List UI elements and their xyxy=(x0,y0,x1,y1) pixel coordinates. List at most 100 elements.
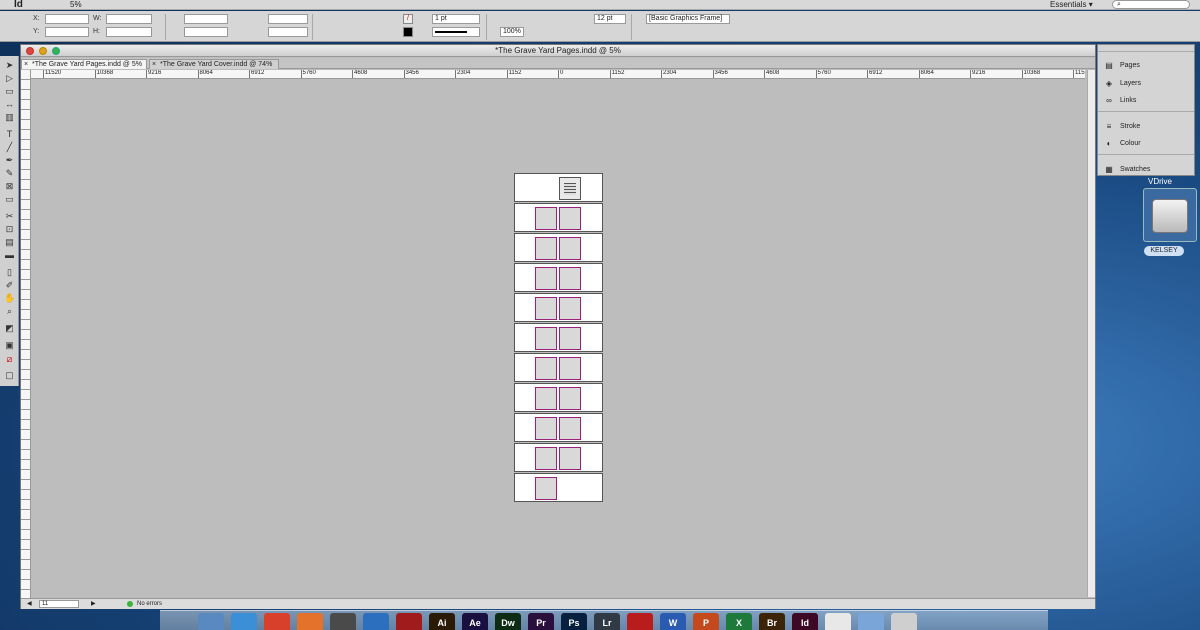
page-spread[interactable] xyxy=(514,293,603,322)
pasteboard[interactable] xyxy=(31,80,1087,597)
dreamweaver-icon[interactable]: Dw xyxy=(495,613,521,630)
page-thumbnail[interactable] xyxy=(535,417,557,440)
trash-icon[interactable] xyxy=(891,613,917,630)
page-thumbnail[interactable] xyxy=(535,477,557,500)
premiere-icon[interactable]: Pr xyxy=(528,613,554,630)
vertical-scrollbar[interactable] xyxy=(1087,70,1095,597)
search-field[interactable]: ⌕ xyxy=(1112,0,1190,9)
opacity-field[interactable]: 100% xyxy=(500,27,524,37)
rotate-field[interactable] xyxy=(268,14,308,24)
page-spread[interactable] xyxy=(514,263,603,292)
page-thumbnail[interactable] xyxy=(559,207,581,230)
page-spread[interactable] xyxy=(514,323,603,352)
page-spread[interactable] xyxy=(514,413,603,442)
illustrator-icon[interactable]: Ai xyxy=(429,613,455,630)
chrome-icon[interactable] xyxy=(264,613,290,630)
direct-selection-tool-icon[interactable]: ▷ xyxy=(4,73,15,83)
gap-tool-icon[interactable]: ↔ xyxy=(4,99,15,109)
scale-y-field[interactable] xyxy=(184,27,228,37)
zoom-level[interactable]: 5% xyxy=(70,0,82,9)
workspace-switcher[interactable]: Essentials ▾ xyxy=(1050,0,1093,9)
firefox-icon[interactable] xyxy=(297,613,323,630)
scale-x-field[interactable] xyxy=(184,14,228,24)
preview-icon[interactable] xyxy=(825,613,851,630)
gradient-swatch-tool-icon[interactable]: ▤ xyxy=(4,237,15,247)
width-field[interactable] xyxy=(106,14,152,24)
drive-icon[interactable] xyxy=(1143,188,1197,242)
book-icon[interactable] xyxy=(396,613,422,630)
gap-field[interactable]: 12 pt xyxy=(594,14,626,24)
page-spread[interactable] xyxy=(514,173,603,202)
close-tab-icon[interactable]: × xyxy=(152,60,156,70)
filezilla-icon[interactable] xyxy=(627,613,653,630)
page-thumbnail[interactable] xyxy=(559,447,581,470)
stroke-weight-field[interactable]: 1 pt xyxy=(432,14,480,24)
minimize-window-button[interactable] xyxy=(39,47,47,55)
vertical-ruler[interactable] xyxy=(21,70,31,598)
content-collector-icon[interactable]: ▥ xyxy=(4,112,15,122)
eyedropper-tool-icon[interactable]: ✐ xyxy=(4,280,15,290)
panel-colour[interactable]: ◐ Colour xyxy=(1102,137,1192,151)
free-transform-tool-icon[interactable]: ⊡ xyxy=(4,224,15,234)
page-tool-icon[interactable]: ▭ xyxy=(4,86,15,96)
fill-swatch[interactable]: / xyxy=(403,14,413,24)
photos-icon[interactable] xyxy=(330,613,356,630)
tab-grave-yard-pages[interactable]: × *The Grave Yard Pages.indd @ 5% xyxy=(21,59,147,69)
page-thumbnail[interactable] xyxy=(559,267,581,290)
page-nav-first-icon[interactable]: ◀ xyxy=(27,599,32,609)
zoom-tool-icon[interactable]: ⌕ xyxy=(4,306,15,316)
page-thumbnail[interactable] xyxy=(535,327,557,350)
type-tool-icon[interactable]: T xyxy=(4,129,15,139)
panel-layers[interactable]: ◈ Layers xyxy=(1102,77,1192,91)
word-icon[interactable]: W xyxy=(660,613,686,630)
close-window-button[interactable] xyxy=(26,47,34,55)
safari-compass-icon[interactable] xyxy=(198,613,224,630)
screen-mode-icon[interactable]: ▢ xyxy=(4,370,15,380)
page-thumbnail[interactable] xyxy=(559,237,581,260)
page-thumbnail[interactable] xyxy=(535,447,557,470)
page-number-field[interactable]: 11 xyxy=(39,600,79,608)
page-nav-next-icon[interactable]: ▶ xyxy=(91,599,96,609)
rectangle-frame-tool-icon[interactable]: ⊠ xyxy=(4,181,15,191)
rectangle-tool-icon[interactable]: ▭ xyxy=(4,194,15,204)
panel-links[interactable]: ∞ Links xyxy=(1102,94,1192,108)
hand-tool-icon[interactable]: ✋ xyxy=(4,293,15,303)
page-thumbnail[interactable] xyxy=(535,387,557,410)
horizontal-ruler[interactable]: 11520 10368 9216 8064 6912 5760 4608 3456 2304 11… xyxy=(31,70,1085,79)
page-thumbnail[interactable] xyxy=(535,237,557,260)
lightroom-icon[interactable]: Lr xyxy=(594,613,620,630)
object-style-select[interactable]: [Basic Graphics Frame] xyxy=(646,14,730,24)
page-thumbnail[interactable] xyxy=(559,327,581,350)
safari-icon[interactable] xyxy=(231,613,257,630)
stroke-swatch[interactable] xyxy=(403,27,413,37)
page-spread[interactable] xyxy=(514,443,603,472)
after-effects-icon[interactable]: Ae xyxy=(462,613,488,630)
tab-grave-yard-cover[interactable]: × *The Grave Yard Cover.indd @ 74% xyxy=(149,59,279,69)
indesign-icon[interactable]: Id xyxy=(792,613,818,630)
preflight-status[interactable]: No errors xyxy=(137,599,162,609)
pen-tool-icon[interactable]: ✒ xyxy=(4,155,15,165)
bridge-icon[interactable]: Br xyxy=(759,613,785,630)
zoom-window-button[interactable] xyxy=(52,47,60,55)
shear-field[interactable] xyxy=(268,27,308,37)
page-spread[interactable] xyxy=(514,383,603,412)
powerpoint-icon[interactable]: P xyxy=(693,613,719,630)
page-spread[interactable] xyxy=(514,353,603,382)
pencil-tool-icon[interactable]: ✎ xyxy=(4,168,15,178)
fill-stroke-icon[interactable]: ◩ xyxy=(4,323,15,333)
selection-tool-icon[interactable]: ➤ xyxy=(4,60,15,70)
page-thumbnail[interactable] xyxy=(535,297,557,320)
formatting-container-icon[interactable]: ▣ xyxy=(4,340,15,350)
photoshop-icon[interactable]: Ps xyxy=(561,613,587,630)
scissors-tool-icon[interactable]: ✂ xyxy=(4,211,15,221)
apply-none-icon[interactable]: ⧄ xyxy=(4,354,15,364)
itunes-icon[interactable] xyxy=(363,613,389,630)
page-thumbnail[interactable] xyxy=(535,267,557,290)
note-tool-icon[interactable]: ▯ xyxy=(4,267,15,277)
drive-name[interactable]: KELSEY xyxy=(1144,246,1184,256)
page-thumbnail[interactable] xyxy=(535,357,557,380)
page-thumbnail[interactable] xyxy=(559,177,581,200)
close-tab-icon[interactable]: × xyxy=(24,60,28,70)
page-spread[interactable] xyxy=(514,233,603,262)
line-tool-icon[interactable]: ╱ xyxy=(4,142,15,152)
